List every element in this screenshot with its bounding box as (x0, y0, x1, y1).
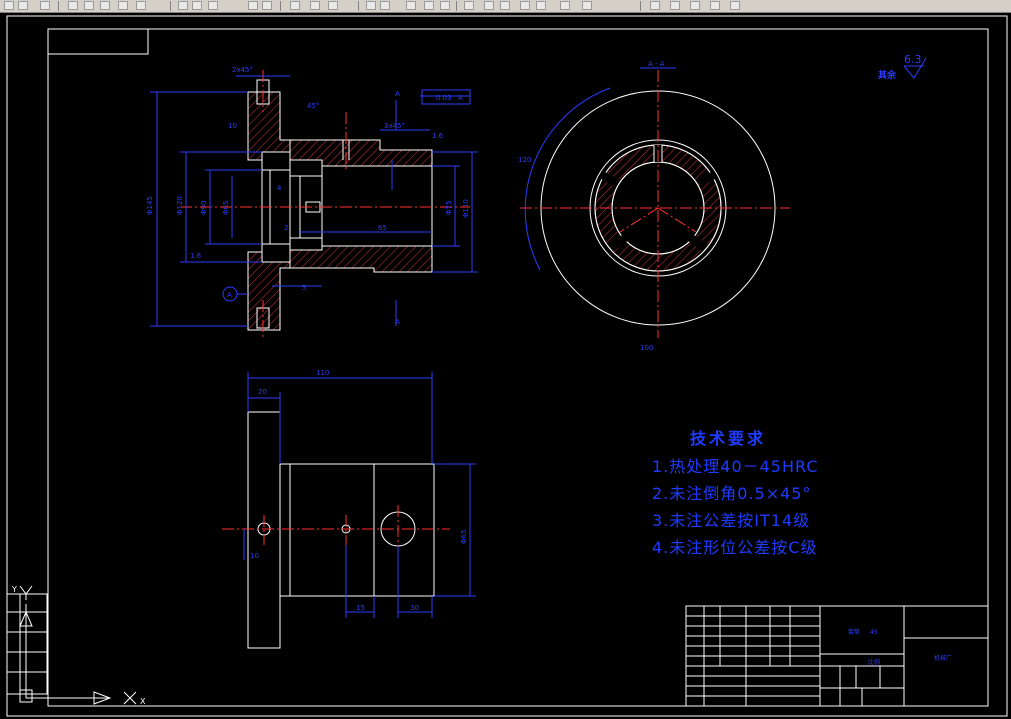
dim-section-letter-bottom: A (395, 318, 400, 326)
dim-right-1: Φ75 (445, 201, 453, 215)
toolbar-separator (456, 1, 457, 11)
grid-icon[interactable] (560, 1, 570, 10)
block-icon[interactable] (248, 1, 258, 10)
dim-top-chamfer: 2x45° (232, 66, 253, 74)
view-label: A - A (648, 60, 665, 68)
aa-view: A - A 120 100 (518, 60, 790, 352)
front-dim-110: 110 (316, 369, 329, 377)
layer-color-icon[interactable] (730, 1, 740, 10)
aa-dim-120: 120 (518, 156, 531, 164)
toolbar-separator (170, 1, 171, 11)
toolbar-separator (280, 1, 281, 11)
paste-icon[interactable] (84, 1, 94, 10)
front-dim-30: 30 (410, 604, 419, 612)
dim-left-1: Φ120 (176, 196, 184, 215)
front-dim-height: Φ65 (460, 530, 468, 544)
dim-small-left: 1.6 (190, 252, 202, 260)
side-table (6, 593, 48, 695)
front-dim-10: 10 (250, 552, 259, 560)
undo-icon[interactable] (118, 1, 128, 10)
toolbar-separator (640, 1, 641, 11)
dim-d10: 10 (228, 122, 237, 130)
zoom-in-icon[interactable] (366, 1, 376, 10)
front-dim-20: 20 (258, 388, 267, 396)
print-icon[interactable] (178, 1, 188, 10)
dim-datum-circle: A (227, 291, 232, 299)
arrow-icon[interactable] (4, 1, 14, 10)
markup-icon[interactable] (520, 1, 530, 10)
ucs-icon (19, 585, 137, 705)
save-icon[interactable] (40, 1, 50, 10)
cad-canvas[interactable]: 2x45° 45° 3x45° 0.03 A A A 1.6 1.6 5 65 … (0, 12, 1011, 719)
aa-dim-100: 100 (640, 344, 653, 352)
tb-part-name: 套筒 (848, 628, 860, 636)
tech-req-item-2: 2.未注倒角0.5×45° (652, 484, 812, 503)
pan-icon[interactable] (290, 1, 300, 10)
layer-icon[interactable] (208, 1, 218, 10)
dim-left-2: Φ90 (200, 201, 208, 215)
dim-section-letter-top: A (395, 90, 400, 98)
front-dim-15: 15 (356, 604, 365, 612)
zoom-out-icon[interactable] (406, 1, 416, 10)
section-view: 2x45° 45° 3x45° 0.03 A A A 1.6 1.6 5 65 … (146, 66, 478, 338)
tb-scale: 比例 (868, 658, 880, 666)
dim-angle-45: 45° (307, 102, 319, 110)
front-view: 110 20 15 30 10 Φ65 (222, 369, 476, 649)
text-a-icon[interactable] (380, 1, 390, 10)
dim-datum-tol: 0.03 (436, 94, 452, 102)
layer-freeze-icon[interactable] (690, 1, 700, 10)
tech-req-title: 技术要求 (690, 429, 767, 448)
tb-material: 45 (870, 629, 878, 636)
toolbar-separator (358, 1, 359, 11)
ucs-x-label: X (140, 697, 146, 706)
dim-flange-chamfer: 3x45° (384, 122, 405, 130)
dim-d2: 2 (284, 224, 288, 232)
zoom-icon[interactable] (310, 1, 320, 10)
section-dim-text: 2x45° 45° 3x45° 0.03 A A A 1.6 1.6 5 65 … (146, 66, 470, 326)
copy-icon[interactable] (68, 1, 78, 10)
dim-right-2: Φ110 (462, 199, 470, 218)
roughness-label: 其余 (878, 69, 897, 81)
dim-d5: 5 (302, 284, 306, 292)
tb-company: 机械厂 (934, 654, 952, 662)
roughness-value: 6.3 (904, 53, 922, 66)
cursor-icon[interactable] (18, 1, 28, 10)
text-icon[interactable] (262, 1, 272, 10)
tool-palette-icon[interactable] (484, 1, 494, 10)
tech-req-item-4: 4.未注形位公差按C级 (652, 538, 818, 557)
layer-lock-icon[interactable] (710, 1, 720, 10)
design-center-icon[interactable] (464, 1, 474, 10)
help-icon[interactable] (582, 1, 592, 10)
redo-icon[interactable] (136, 1, 146, 10)
dim-left-3: Φ65 (222, 201, 230, 215)
ucs-y-label: Y (11, 585, 17, 594)
layer-on-icon[interactable] (670, 1, 680, 10)
drawing-area[interactable]: 2x45° 45° 3x45° 0.03 A A A 1.6 1.6 5 65 … (0, 12, 1011, 719)
zoom-previous-icon[interactable] (440, 1, 450, 10)
calculator-icon[interactable] (536, 1, 546, 10)
tech-req-item-3: 3.未注公差按IT14级 (652, 511, 811, 530)
dim-angle-right: 1.6 (432, 132, 444, 140)
dim-datum-letter: A (458, 94, 463, 102)
layer-state-icon[interactable] (650, 1, 660, 10)
dim-d65: 65 (378, 224, 387, 232)
roughness-symbol: 其余 6.3 (878, 53, 927, 81)
zoom-window-icon[interactable] (328, 1, 338, 10)
match-icon[interactable] (100, 1, 110, 10)
dim-d4: 4 (277, 184, 282, 192)
tech-req-item-1: 1.热处理40－45HRC (652, 457, 819, 476)
sheet-set-icon[interactable] (500, 1, 510, 10)
dim-left-0: Φ145 (146, 196, 154, 215)
toolbar-separator (58, 1, 59, 11)
properties-icon[interactable] (192, 1, 202, 10)
pan-realtime-icon[interactable] (424, 1, 434, 10)
